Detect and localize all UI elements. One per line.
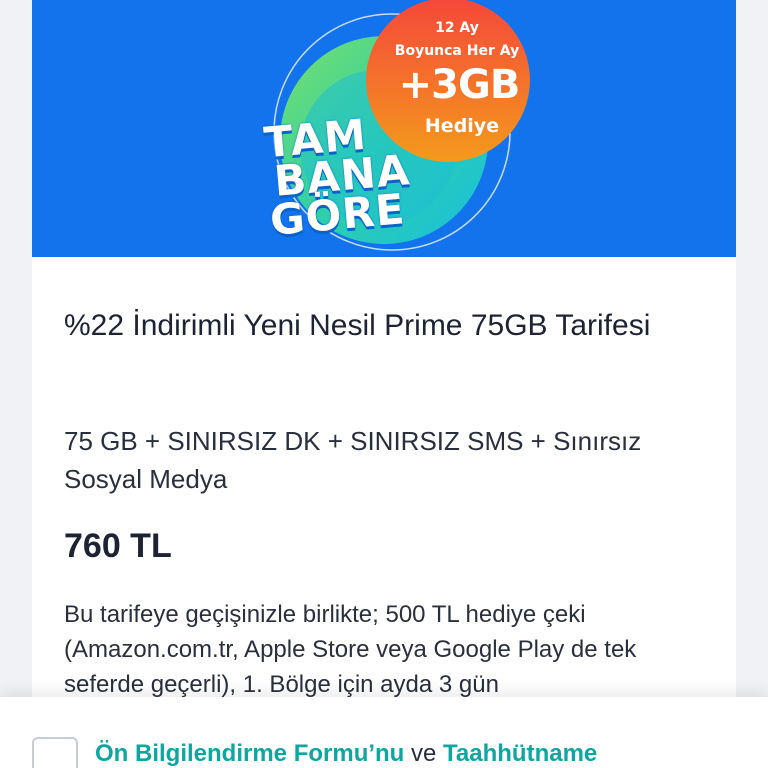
promo-banner: 12 Ay Boyunca Her Ay +3GB Hediye TAM BAN…: [32, 0, 736, 257]
badge-duration: 12 Ay: [435, 20, 479, 36]
pre-information-form-link[interactable]: Ön Bilgilendirme Formu’nu: [95, 740, 404, 767]
badge-amount: +3GB: [398, 62, 521, 108]
consent-text: Ön Bilgilendirme Formu’nu ve Taahhütname: [95, 740, 597, 768]
plan-description: Bu tarifeye geçişinizle birlikte; 500 TL…: [64, 601, 637, 698]
consent-checkbox[interactable]: [32, 737, 78, 768]
plan-price: 760 TL: [64, 527, 172, 565]
plan-title: %22 İndirimli Yeni Nesil Prime 75GB Tari…: [64, 309, 651, 342]
tariff-card: 12 Ay Boyunca Her Ay +3GB Hediye TAM BAN…: [32, 0, 736, 768]
badge-gift: Hediye: [424, 115, 500, 137]
plan-features: 75 GB + SINIRSIZ DK + SINIRSIZ SMS + Sın…: [64, 426, 642, 494]
consent-sheet: Ön Bilgilendirme Formu’nu ve Taahhütname: [0, 697, 768, 768]
badge-period: Boyunca Her Ay: [394, 43, 520, 59]
commitment-letter-link[interactable]: Taahhütname: [443, 740, 597, 767]
consent-connector: ve: [404, 740, 444, 767]
